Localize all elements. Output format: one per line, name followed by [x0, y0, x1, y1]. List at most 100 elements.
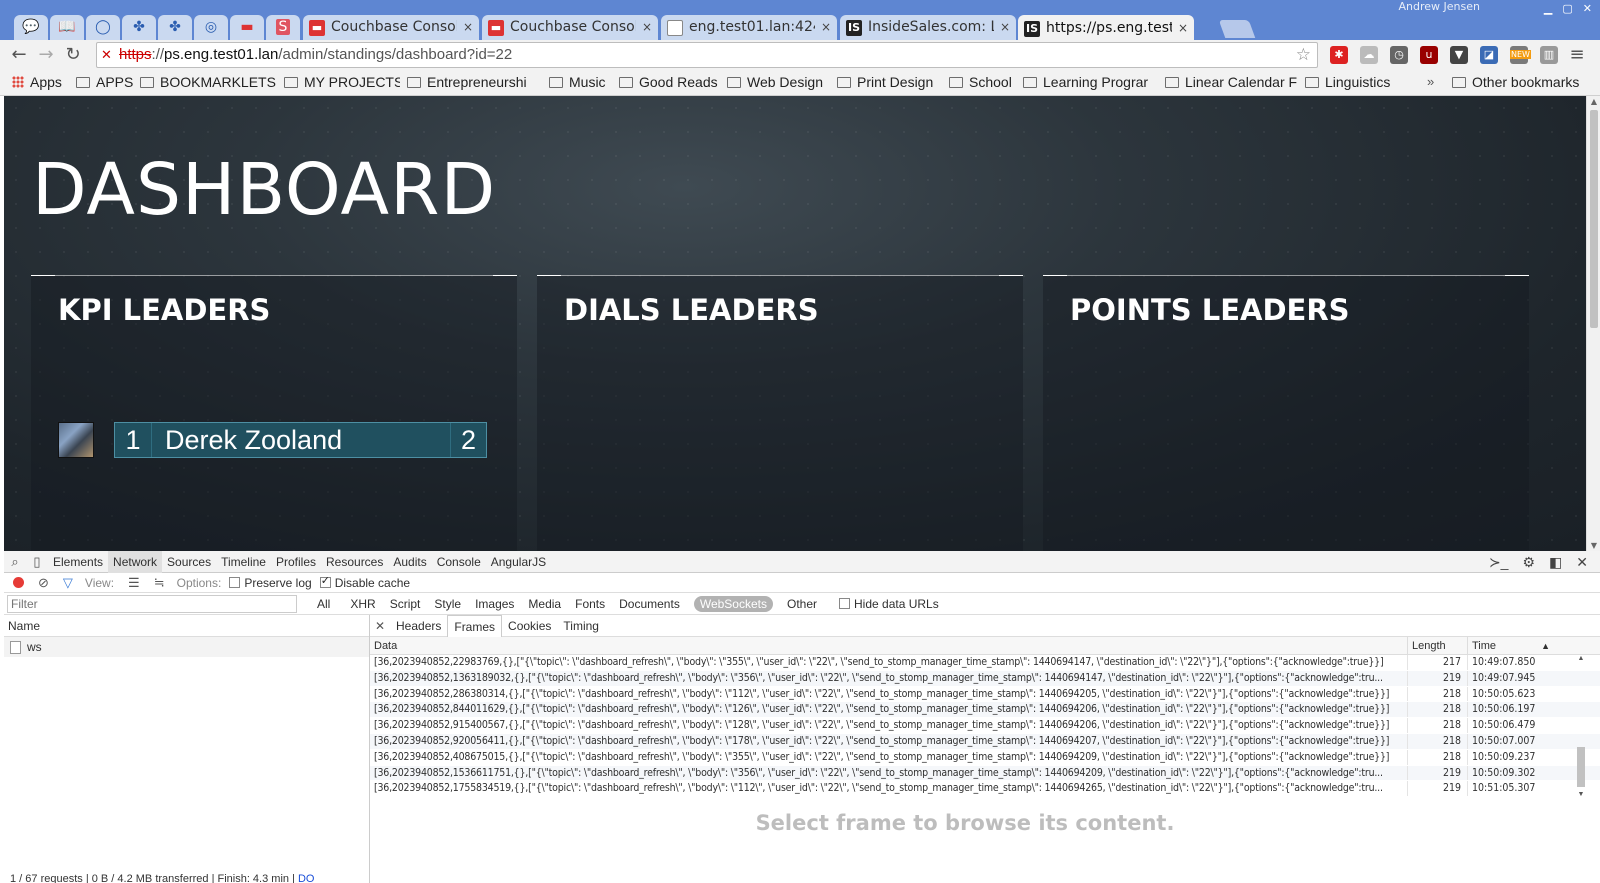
tab-timing[interactable]: Timing: [557, 615, 605, 637]
preserve-log-checkbox[interactable]: [229, 577, 241, 588]
extension-lastpass-icon[interactable]: ✱: [1330, 46, 1348, 64]
frame-row[interactable]: [36,2023940852,408675015,{},["{\"topic\"…: [370, 749, 1600, 766]
request-row-ws[interactable]: ws: [4, 637, 369, 657]
tab-resources[interactable]: Resources: [321, 551, 388, 573]
tab-angularjs[interactable]: AngularJS: [486, 551, 551, 573]
chrome-menu-icon[interactable]: ≡: [1566, 43, 1588, 67]
extension-reader-icon[interactable]: ▥: [1540, 46, 1558, 64]
tab-headers[interactable]: Headers: [390, 615, 447, 637]
minimize-icon[interactable]: ▁: [1544, 2, 1552, 15]
filter-xhr[interactable]: XHR: [350, 597, 375, 611]
time-column-header[interactable]: Time ▲: [1468, 637, 1556, 654]
filter-funnel-icon[interactable]: ▽: [63, 575, 73, 591]
pinned-tab-globe[interactable]: ◎: [194, 15, 228, 40]
bookmark-bookmarklets[interactable]: BOOKMARKLETS: [140, 74, 278, 90]
maximize-icon[interactable]: ▢: [1562, 2, 1572, 15]
tab-close-icon[interactable]: ×: [821, 15, 831, 40]
dock-side-icon[interactable]: ◧: [1549, 554, 1562, 571]
bookmark-star-icon[interactable]: ☆: [1296, 43, 1311, 67]
frame-row[interactable]: [36,2023940852,286380314,{},["{\"topic\"…: [370, 686, 1600, 703]
new-tab-button[interactable]: [1218, 20, 1256, 38]
extension-clock-icon[interactable]: ◷: [1390, 46, 1408, 64]
scroll-down-icon[interactable]: ▼: [1587, 541, 1600, 550]
hide-data-urls-checkbox[interactable]: [839, 598, 850, 609]
filter-script[interactable]: Script: [390, 597, 421, 611]
bookmark-entrepreneurship[interactable]: Entrepreneurshi: [407, 74, 543, 90]
extension-ghost-icon[interactable]: ☁: [1360, 46, 1378, 64]
console-drawer-icon[interactable]: ≻_: [1489, 554, 1509, 571]
close-devtools-icon[interactable]: ✕: [1576, 554, 1588, 571]
scrollbar-thumb[interactable]: [1577, 747, 1585, 787]
bookmark-other[interactable]: Other bookmarks: [1452, 74, 1598, 90]
name-column-header[interactable]: Name: [4, 615, 369, 637]
frame-row[interactable]: [36,2023940852,915400567,{},["{\"topic\"…: [370, 718, 1600, 734]
profile-name[interactable]: Andrew Jensen: [1399, 0, 1480, 13]
tab-console[interactable]: Console: [432, 551, 486, 573]
bookmark-school[interactable]: School: [949, 74, 1019, 90]
pinned-tab-circle[interactable]: ◯: [86, 15, 120, 40]
data-column-header[interactable]: Data: [370, 637, 1408, 654]
tab-frames[interactable]: Frames: [447, 614, 503, 637]
back-icon[interactable]: ←: [8, 43, 30, 67]
tab-close-icon[interactable]: ×: [1178, 16, 1188, 41]
tab-insidesales[interactable]: IS InsideSales.com: Lea ×: [840, 15, 1016, 40]
tab-cookies[interactable]: Cookies: [502, 615, 557, 637]
reload-icon[interactable]: ↻: [62, 43, 84, 67]
close-detail-icon[interactable]: ✕: [370, 619, 390, 633]
filter-other[interactable]: Other: [787, 597, 817, 611]
pinned-tab-s[interactable]: S: [266, 15, 300, 40]
bookmark-good-reads[interactable]: Good Reads: [619, 74, 723, 90]
extension-ublock-icon[interactable]: u: [1420, 46, 1438, 64]
bookmark-print-design[interactable]: Print Design: [837, 74, 945, 90]
insecure-lock-icon[interactable]: ✕: [101, 43, 112, 67]
extension-new-icon[interactable]: NEW: [1510, 46, 1531, 64]
frame-row[interactable]: [36,2023940852,1363189032,{},["{\"topic\…: [370, 670, 1600, 687]
tab-close-icon[interactable]: ×: [1000, 15, 1010, 40]
tab-timeline[interactable]: Timeline: [216, 551, 271, 573]
scroll-down-icon[interactable]: ▼: [1576, 791, 1586, 798]
bookmark-linear-calendar[interactable]: Linear Calendar F: [1165, 74, 1299, 90]
forward-icon[interactable]: →: [35, 43, 57, 67]
frames-scrollbar[interactable]: ▲ ▼: [1576, 655, 1586, 798]
pinned-tab-chat[interactable]: 💬: [14, 15, 48, 40]
record-icon[interactable]: [13, 577, 24, 588]
bookmark-learning-programs[interactable]: Learning Prograr: [1023, 74, 1159, 90]
filter-style[interactable]: Style: [434, 597, 461, 611]
filter-input[interactable]: [7, 594, 297, 613]
filter-websockets[interactable]: WebSockets: [693, 595, 773, 612]
page-scrollbar[interactable]: ▲ ▼: [1586, 96, 1600, 551]
large-rows-icon[interactable]: ☰: [128, 575, 140, 591]
tab-active-dashboard[interactable]: IS https://ps.eng.test0 ×: [1018, 15, 1194, 42]
overview-icon[interactable]: ≒: [154, 575, 165, 591]
tab-sources[interactable]: Sources: [162, 551, 216, 573]
frame-row[interactable]: [36,2023940852,844011629,{},["{\"topic\"…: [370, 702, 1600, 719]
filter-all[interactable]: All: [317, 597, 330, 611]
bookmark-music[interactable]: Music: [549, 74, 613, 90]
pinned-tab-tool[interactable]: ✤: [122, 15, 156, 40]
pinned-tab-book[interactable]: 📖: [50, 15, 84, 40]
tab-close-icon[interactable]: ×: [642, 15, 652, 40]
leader-row[interactable]: 1 Derek Zooland 2: [58, 422, 487, 458]
filter-fonts[interactable]: Fonts: [575, 597, 605, 611]
tab-couchbase-1[interactable]: ▬ Couchbase Console ×: [303, 15, 479, 40]
tab-close-icon[interactable]: ×: [463, 15, 473, 40]
scroll-up-icon[interactable]: ▲: [1576, 655, 1586, 662]
address-bar[interactable]: ✕ https://ps.eng.test01.lan/admin/standin…: [96, 42, 1318, 68]
frame-row[interactable]: [36,2023940852,1755834519,{},["{\"topic\…: [370, 781, 1600, 798]
tab-couchbase-2[interactable]: ▬ Couchbase Console ×: [482, 15, 658, 40]
scroll-up-icon[interactable]: ▲: [1587, 97, 1600, 106]
extension-screenshot-icon[interactable]: ◪: [1480, 46, 1498, 64]
bookmark-my-projects[interactable]: MY PROJECTS: [284, 74, 400, 90]
length-column-header[interactable]: Length: [1408, 637, 1468, 654]
device-mode-icon[interactable]: ▯: [26, 554, 48, 570]
bookmark-apps-folder[interactable]: APPS: [76, 74, 138, 90]
pinned-tab-couchbase[interactable]: ▬: [230, 15, 264, 40]
clear-icon[interactable]: ⊘: [38, 575, 49, 591]
close-window-icon[interactable]: ✕: [1583, 2, 1592, 15]
filter-images[interactable]: Images: [475, 597, 514, 611]
extension-pocket-icon[interactable]: ▼: [1450, 46, 1468, 64]
frame-row[interactable]: [36,2023940852,920056411,{},["{\"topic\"…: [370, 733, 1600, 750]
bookmark-web-design[interactable]: Web Design: [727, 74, 833, 90]
filter-media[interactable]: Media: [528, 597, 561, 611]
frame-row[interactable]: [36,2023940852,22983769,{},["{\"topic\":…: [370, 655, 1600, 671]
